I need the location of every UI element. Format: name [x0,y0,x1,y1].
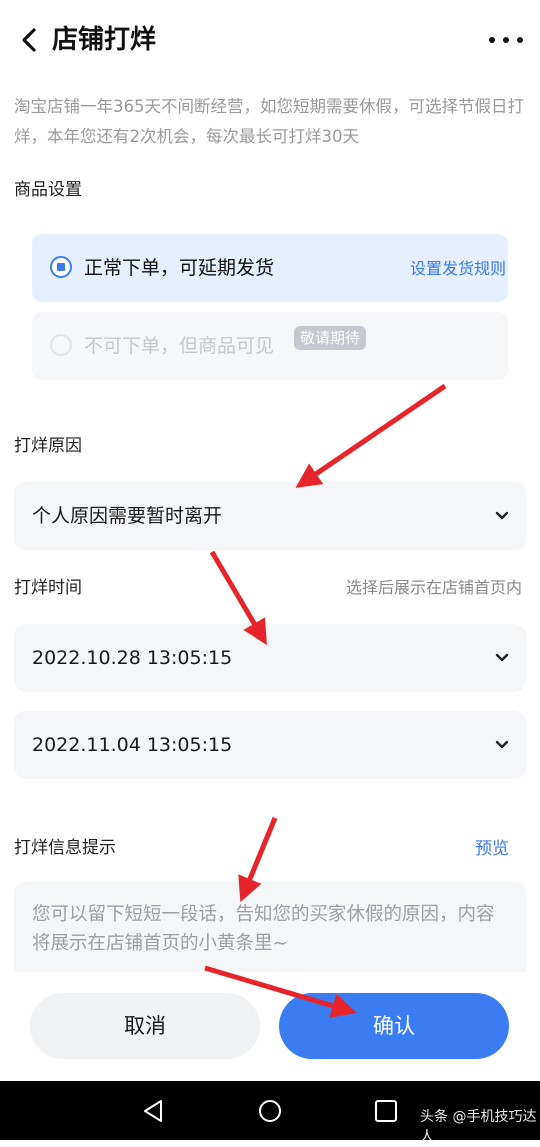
more-dots-icon[interactable] [486,22,526,58]
arrow-to-textarea [238,817,278,903]
option-no-order: 不可下单，但商品可见 敬请期待 [32,312,508,380]
time-label: 打烊时间 [14,578,82,598]
option-label: 正常下单，可延期发货 [84,257,275,279]
notice-textarea[interactable]: 您可以留下短短一段话，告知您的买家休假的原因，内容将展示在店铺首页的小黄条里~ [14,882,526,972]
watermark: 头条 @手机技巧达人 [420,1109,537,1145]
preview-link[interactable]: 预览 [475,837,509,861]
end-time-value: 2022.11.04 13:05:15 [32,734,233,756]
set-shipping-rules-link[interactable]: 设置发货规则 [410,256,506,282]
cancel-button[interactable]: 取消 [30,993,260,1059]
confirm-button[interactable]: 确认 [279,993,509,1059]
time-hint: 选择后展示在店铺首页内 [345,578,522,597]
arrow-to-reason [295,383,447,488]
nav-back-icon[interactable] [140,1097,168,1125]
app-header: 店铺打烊 [0,0,540,80]
reason-label: 打烊原因 [14,436,82,456]
option-normal-order[interactable]: 正常下单，可延期发货 设置发货规则 [32,234,508,302]
notice-label: 打烊信息提示 [14,838,116,858]
arrow-to-start-time [209,550,267,646]
notice-placeholder: 您可以留下短短一段话，告知您的买家休假的原因，内容将展示在店铺首页的小黄条里~ [32,904,495,954]
coming-soon-badge: 敬请期待 [294,326,367,350]
nav-home-icon[interactable] [256,1097,284,1125]
radio-selected-icon[interactable] [50,256,72,278]
description-text: 淘宝店铺一年365天不间断经营，如您短期需要休假，可选择节假日打烊，本年您还有2… [14,97,524,146]
end-time-select[interactable]: 2022.11.04 13:05:15 [14,711,526,779]
goods-settings-label: 商品设置 [14,180,82,200]
start-time-select[interactable]: 2022.10.28 13:05:15 [14,624,526,692]
start-time-value: 2022.10.28 13:05:15 [32,647,233,669]
page-title: 店铺打烊 [52,25,157,55]
chevron-down-icon [495,653,509,662]
reason-value: 个人原因需要暂时离开 [32,505,223,527]
reason-select[interactable]: 个人原因需要暂时离开 [14,482,526,550]
chevron-down-icon [495,511,509,520]
nav-recents-icon[interactable] [372,1097,400,1125]
chevron-left-icon[interactable] [14,22,46,58]
option-label: 不可下单，但商品可见 [84,335,275,357]
radio-disabled-icon [50,334,72,356]
chevron-down-icon [495,740,509,749]
